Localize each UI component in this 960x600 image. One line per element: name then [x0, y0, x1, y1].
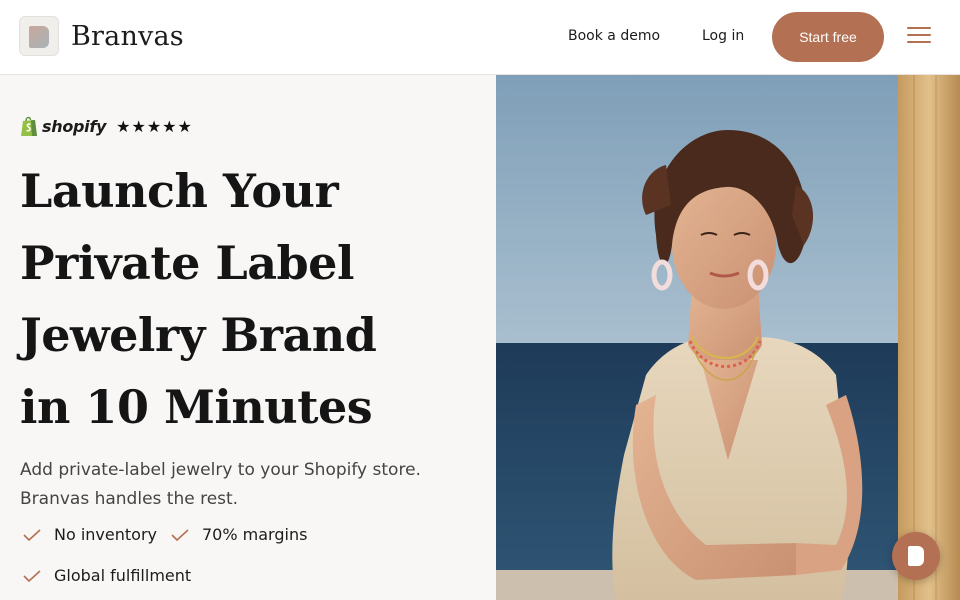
login-link[interactable]: Log in — [702, 28, 744, 44]
site-header: Branvas Book a demo Log in Start free — [0, 0, 960, 75]
feature-global-fulfillment: Global fulfillment — [22, 566, 191, 585]
brand-logo-icon — [19, 16, 59, 56]
check-icon — [171, 528, 189, 541]
feature-label: Global fulfillment — [54, 566, 192, 585]
five-star-rating: ★★★★★ — [116, 116, 193, 136]
feature-no-inventory: No inventory — [22, 525, 157, 544]
brand-name: Branvas — [71, 20, 184, 52]
model-illustration — [496, 75, 960, 600]
hero-content: shopify ★★★★★ Launch Your Private Label … — [0, 75, 496, 600]
subtext-line-1: Add private-label jewelry to your Shopif… — [20, 460, 421, 480]
shopify-bag-icon — [21, 116, 37, 136]
hero-subtext: Add private-label jewelry to your Shopif… — [20, 456, 460, 514]
check-icon — [23, 569, 41, 582]
hamburger-menu-icon[interactable] — [905, 25, 933, 49]
check-icon — [23, 528, 41, 541]
book-demo-link[interactable]: Book a demo — [568, 28, 660, 44]
branvas-chat-icon[interactable] — [892, 532, 940, 580]
hero-model-photo — [496, 75, 960, 600]
headline-line-1: Launch Your — [20, 164, 339, 218]
feature-label: 70% margins — [202, 525, 308, 544]
feature-label: No inventory — [54, 525, 157, 544]
headline-line-2: Private Label — [20, 236, 354, 290]
headline-line-4: in 10 Minutes — [20, 380, 373, 434]
start-free-button[interactable]: Start free — [772, 12, 884, 62]
shopify-wordmark: shopify — [42, 116, 107, 136]
hero-headline: Launch Your Private Label Jewelry Brand … — [20, 155, 490, 443]
brand-logo[interactable]: Branvas — [19, 16, 184, 56]
shopify-rating-badge: shopify ★★★★★ — [20, 115, 193, 137]
feature-margins: 70% margins — [170, 525, 307, 544]
subtext-line-2: Branvas handles the rest. — [20, 489, 239, 509]
headline-line-3: Jewelry Brand — [20, 308, 377, 362]
